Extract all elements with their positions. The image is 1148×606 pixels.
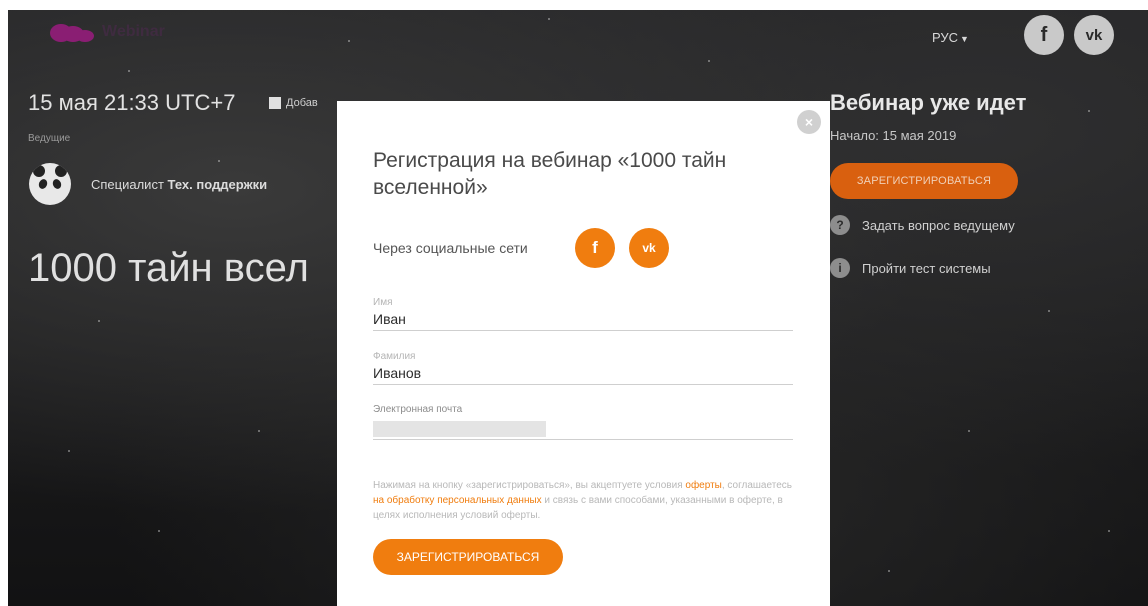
ask-question-link[interactable]: ? Задать вопрос ведущему	[830, 215, 1130, 235]
star-decoration	[98, 320, 100, 322]
host-team: Тех. поддержки	[167, 177, 268, 192]
caret-down-icon: ▼	[960, 34, 969, 44]
sidebar: Вебинар уже идет Начало: 15 мая 2019 ЗАР…	[830, 90, 1130, 278]
webinar-title: 1000 тайн всел	[28, 246, 309, 290]
host-role: Специалист	[91, 177, 164, 192]
email-input[interactable]	[373, 421, 546, 437]
vk-share-button[interactable]: vk	[1074, 15, 1114, 55]
register-button-sidebar[interactable]: ЗАРЕГИСТРИРОВАТЬСЯ	[830, 163, 1018, 199]
question-icon: ?	[830, 215, 850, 235]
social-login-label: Через социальные сети	[373, 240, 528, 256]
facebook-icon: f	[592, 238, 598, 257]
email-field[interactable]: Электронная почта	[373, 404, 793, 440]
last-name-input[interactable]: Иванов	[373, 365, 793, 386]
ask-question-label: Задать вопрос ведущему	[862, 217, 1015, 233]
calendar-icon[interactable]	[269, 97, 281, 109]
star-decoration	[218, 160, 220, 162]
first-name-field[interactable]: Имя Иван	[373, 297, 793, 331]
star-decoration	[158, 530, 160, 532]
star-decoration	[128, 70, 130, 72]
vk-login-button[interactable]: vk	[629, 228, 669, 268]
star-decoration	[888, 570, 890, 572]
terms-part1: Нажимая на кнопку «зарегистрироваться», …	[373, 480, 686, 491]
host-avatar	[29, 163, 71, 205]
language-selector[interactable]: РУС ▼	[932, 30, 969, 45]
terms-text: Нажимая на кнопку «зарегистрироваться», …	[373, 478, 793, 523]
last-name-label: Фамилия	[373, 351, 416, 362]
host-name: Специалист Тех. поддержки	[91, 177, 267, 192]
first-name-input[interactable]: Иван	[373, 311, 793, 332]
star-decoration	[548, 18, 550, 20]
facebook-icon: f	[1040, 23, 1048, 46]
site-logo[interactable]: Webinar	[46, 20, 165, 44]
language-label: РУС	[932, 30, 959, 45]
last-name-field[interactable]: Фамилия Иванов	[373, 351, 793, 385]
facebook-share-button[interactable]: f	[1024, 15, 1064, 55]
offer-link[interactable]: оферты	[685, 480, 721, 491]
logo-text: Webinar	[102, 23, 165, 40]
star-decoration	[348, 40, 350, 42]
vk-icon: vk	[1085, 26, 1103, 44]
facebook-login-button[interactable]: f	[575, 228, 615, 268]
star-decoration	[968, 430, 970, 432]
personal-data-link[interactable]: на обработку персональных данных	[373, 495, 542, 506]
first-name-label: Имя	[373, 297, 393, 308]
start-date: Начало: 15 мая 2019	[830, 128, 957, 143]
info-icon: i	[830, 258, 850, 278]
add-to-calendar-link[interactable]: Добав	[286, 97, 318, 109]
modal-title: Регистрация на вебинар «1000 тайн вселен…	[373, 149, 727, 199]
system-test-link[interactable]: i Пройти тест системы	[830, 258, 1130, 278]
star-decoration	[1048, 310, 1050, 312]
star-decoration	[258, 430, 260, 432]
logo-icon	[46, 20, 96, 44]
registration-modal: Регистрация на вебинар «1000 тайн вселен…	[337, 101, 830, 606]
system-test-label: Пройти тест системы	[862, 260, 991, 276]
star-decoration	[708, 60, 710, 62]
event-datetime: 15 мая 21:33 UTC+7	[28, 90, 236, 115]
hosts-label: Ведущие	[28, 133, 71, 144]
live-status: Вебинар уже идет	[830, 90, 1027, 115]
terms-part2: , соглашаетесь	[721, 480, 792, 491]
star-decoration	[1108, 530, 1110, 532]
register-submit-button[interactable]: ЗАРЕГИСТРИРОВАТЬСЯ	[373, 539, 563, 575]
email-label: Электронная почта	[373, 404, 463, 415]
star-decoration	[68, 450, 70, 452]
vk-icon: vk	[642, 241, 656, 255]
close-icon[interactable]: ×	[797, 110, 821, 134]
